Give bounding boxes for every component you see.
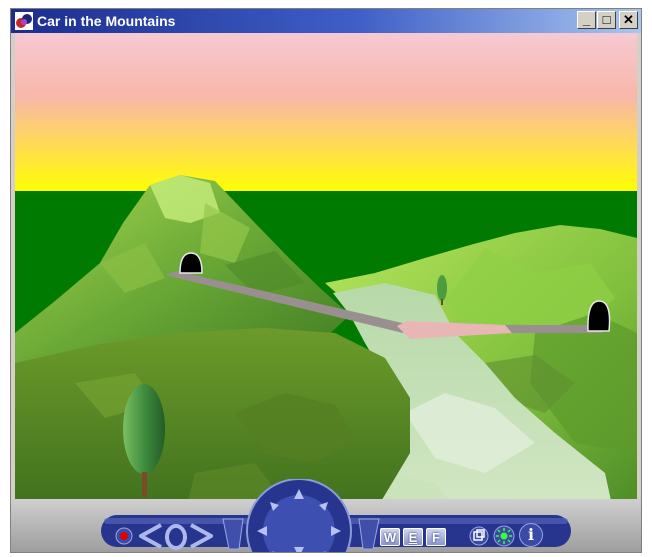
- app-window: Car in the Mountains _ □ ✕ W E F i: [10, 8, 642, 553]
- previous-viewpoint-icon[interactable]: [137, 522, 163, 550]
- minimize-button[interactable]: _: [577, 11, 596, 29]
- next-viewpoint-icon[interactable]: [189, 522, 215, 550]
- cypress-tree: [123, 384, 165, 474]
- headlight-icon[interactable]: [493, 525, 515, 547]
- right-slider-bracket[interactable]: [353, 517, 383, 551]
- app-icon: [15, 12, 33, 30]
- maximize-button[interactable]: □: [597, 11, 616, 29]
- close-button[interactable]: ✕: [619, 11, 638, 29]
- distant-tree: [437, 275, 447, 301]
- walk-mode-button[interactable]: W: [380, 528, 400, 546]
- info-icon[interactable]: i: [519, 523, 543, 547]
- tree-trunk: [142, 472, 147, 497]
- record-icon[interactable]: [115, 527, 133, 545]
- examine-mode-button[interactable]: E: [403, 528, 423, 546]
- vrml-scene-viewport[interactable]: [15, 33, 637, 519]
- navigation-compass-icon[interactable]: [239, 479, 359, 553]
- fit-view-icon[interactable]: [469, 526, 489, 546]
- left-tunnel: [179, 252, 203, 274]
- go-icon[interactable]: [163, 523, 189, 551]
- window-title: Car in the Mountains: [37, 13, 176, 29]
- fly-mode-button[interactable]: F: [426, 528, 446, 546]
- navigation-toolbar: W E F i: [11, 479, 641, 552]
- sky: [15, 33, 637, 193]
- title-bar[interactable]: Car in the Mountains _ □ ✕: [11, 9, 641, 33]
- right-tunnel: [587, 300, 611, 332]
